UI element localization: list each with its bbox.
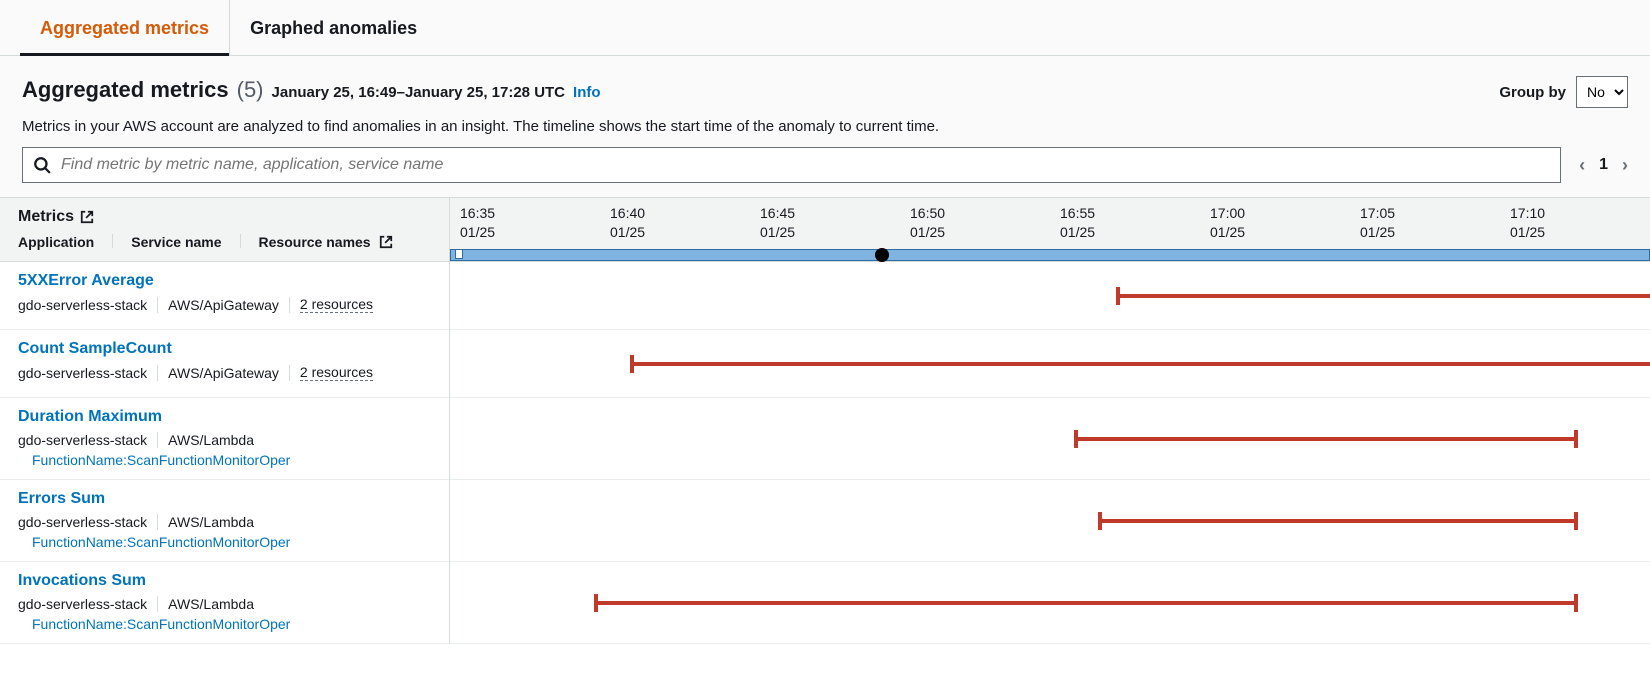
search-input[interactable] — [61, 156, 1550, 174]
timeline-tick: 17:0001/25 — [1210, 204, 1245, 242]
anomaly-bar — [1098, 519, 1578, 523]
metric-name-link[interactable]: Invocations Sum — [18, 572, 431, 590]
group-by-control: Group by No — [1499, 76, 1628, 108]
divider — [157, 596, 158, 612]
divider — [289, 297, 290, 313]
pager-page: 1 — [1599, 156, 1608, 174]
metric-application: gdo-serverless-stack — [18, 514, 147, 530]
divider — [240, 234, 241, 248]
anomaly-bar — [594, 601, 1578, 605]
col-resources-label: Resource names — [259, 234, 371, 250]
metric-name-link[interactable]: Count SampleCount — [18, 340, 431, 358]
search-row: ‹ 1 › — [0, 147, 1650, 197]
pager-next[interactable]: › — [1622, 155, 1628, 176]
info-link[interactable]: Info — [573, 84, 601, 101]
timeline-tick: 16:5501/25 — [1060, 204, 1095, 242]
timeline-column: 16:3501/25 16:4001/25 16:4501/25 16:5001/25… — [450, 198, 1650, 644]
group-by-select[interactable]: No — [1576, 76, 1628, 108]
metric-meta: gdo-serverless-stack AWS/Lambda — [18, 514, 431, 530]
external-link-icon[interactable] — [80, 210, 94, 224]
metric-meta: gdo-serverless-stack AWS/Lambda — [18, 432, 431, 448]
external-link-icon[interactable] — [379, 235, 393, 249]
col-application-label: Application — [18, 234, 94, 250]
anomaly-chart-row — [450, 562, 1650, 644]
group-by-label: Group by — [1499, 84, 1566, 101]
timeline-range-bar[interactable] — [450, 249, 1650, 261]
metric-name-link[interactable]: 5XXError Average — [18, 272, 431, 290]
metric-service: AWS/Lambda — [168, 432, 254, 448]
page-header: Aggregated metrics (5) January 25, 16:49… — [0, 56, 1650, 112]
metric-meta: gdo-serverless-stack AWS/ApiGateway 2 reso… — [18, 296, 431, 313]
metric-meta: gdo-serverless-stack AWS/Lambda — [18, 596, 431, 612]
anomaly-chart-row — [450, 330, 1650, 398]
divider — [112, 234, 113, 248]
metrics-count: (5) — [237, 77, 264, 103]
metric-service: AWS/ApiGateway — [168, 297, 279, 313]
metric-row: 5XXError Average gdo-serverless-stack AWS/… — [0, 262, 449, 330]
metric-meta: gdo-serverless-stack AWS/ApiGateway 2 reso… — [18, 364, 431, 381]
divider — [289, 365, 290, 381]
divider — [157, 432, 158, 448]
timeline-tick: 17:1001/25 — [1510, 204, 1545, 242]
metric-name-link[interactable]: Errors Sum — [18, 490, 431, 508]
timeline-tick: 16:4001/25 — [610, 204, 645, 242]
metric-service: AWS/ApiGateway — [168, 365, 279, 381]
anomaly-bar — [630, 362, 1650, 366]
search-box[interactable] — [22, 147, 1561, 183]
metric-row: Count SampleCount gdo-serverless-stack AWS… — [0, 330, 449, 398]
metric-service: AWS/Lambda — [168, 596, 254, 612]
anomaly-bar — [1074, 437, 1578, 441]
metric-resources-link[interactable]: 2 resources — [300, 296, 373, 313]
left-column-header: Metrics Application Service name Resourc… — [0, 198, 449, 262]
metric-application: gdo-serverless-stack — [18, 297, 147, 313]
metric-resources-link[interactable]: 2 resources — [300, 364, 373, 381]
metric-application: gdo-serverless-stack — [18, 596, 147, 612]
pager-prev[interactable]: ‹ — [1579, 155, 1585, 176]
timeline-tick: 16:4501/25 — [760, 204, 795, 242]
metric-row: Invocations Sum gdo-serverless-stack AWS/L… — [0, 562, 449, 644]
anomaly-chart-row — [450, 480, 1650, 562]
metric-function-link[interactable]: FunctionName:ScanFunctionMonitorOper — [32, 452, 431, 468]
metric-application: gdo-serverless-stack — [18, 432, 147, 448]
search-icon — [33, 156, 51, 174]
timeline-header: 16:3501/25 16:4001/25 16:4501/25 16:5001/25… — [450, 198, 1650, 262]
metrics-grid: Metrics Application Service name Resourc… — [0, 197, 1650, 644]
anomaly-chart-row — [450, 262, 1650, 330]
metrics-left-column: Metrics Application Service name Resourc… — [0, 198, 450, 644]
tab-bar: Aggregated metrics Graphed anomalies — [0, 0, 1650, 56]
page-title: Aggregated metrics — [22, 77, 229, 103]
divider — [157, 514, 158, 530]
timeline-marker[interactable] — [875, 248, 889, 262]
anomaly-chart-row — [450, 398, 1650, 480]
col-metrics-label: Metrics — [18, 208, 74, 226]
metric-application: gdo-serverless-stack — [18, 365, 147, 381]
timeline-range-handle[interactable] — [455, 249, 463, 259]
tab-aggregated-metrics[interactable]: Aggregated metrics — [20, 0, 230, 55]
divider — [157, 297, 158, 313]
title-group: Aggregated metrics (5) January 25, 16:49… — [22, 77, 601, 103]
divider — [157, 365, 158, 381]
metric-service: AWS/Lambda — [168, 514, 254, 530]
page-description: Metrics in your AWS account are analyzed… — [0, 112, 1650, 147]
tab-graphed-anomalies[interactable]: Graphed anomalies — [230, 0, 437, 55]
timeline-tick: 17:0501/25 — [1360, 204, 1395, 242]
metric-row: Duration Maximum gdo-serverless-stack AWS/… — [0, 398, 449, 480]
metric-function-link[interactable]: FunctionName:ScanFunctionMonitorOper — [32, 616, 431, 632]
metric-row: Errors Sum gdo-serverless-stack AWS/Lambda… — [0, 480, 449, 562]
metric-function-link[interactable]: FunctionName:ScanFunctionMonitorOper — [32, 534, 431, 550]
metric-name-link[interactable]: Duration Maximum — [18, 408, 431, 426]
anomaly-bar — [1116, 294, 1650, 298]
time-range: January 25, 16:49–January 25, 17:28 UTC — [272, 84, 566, 101]
pager: ‹ 1 › — [1579, 155, 1628, 176]
col-service-label: Service name — [131, 234, 221, 250]
timeline-tick: 16:5001/25 — [910, 204, 945, 242]
timeline-tick: 16:3501/25 — [460, 204, 495, 242]
